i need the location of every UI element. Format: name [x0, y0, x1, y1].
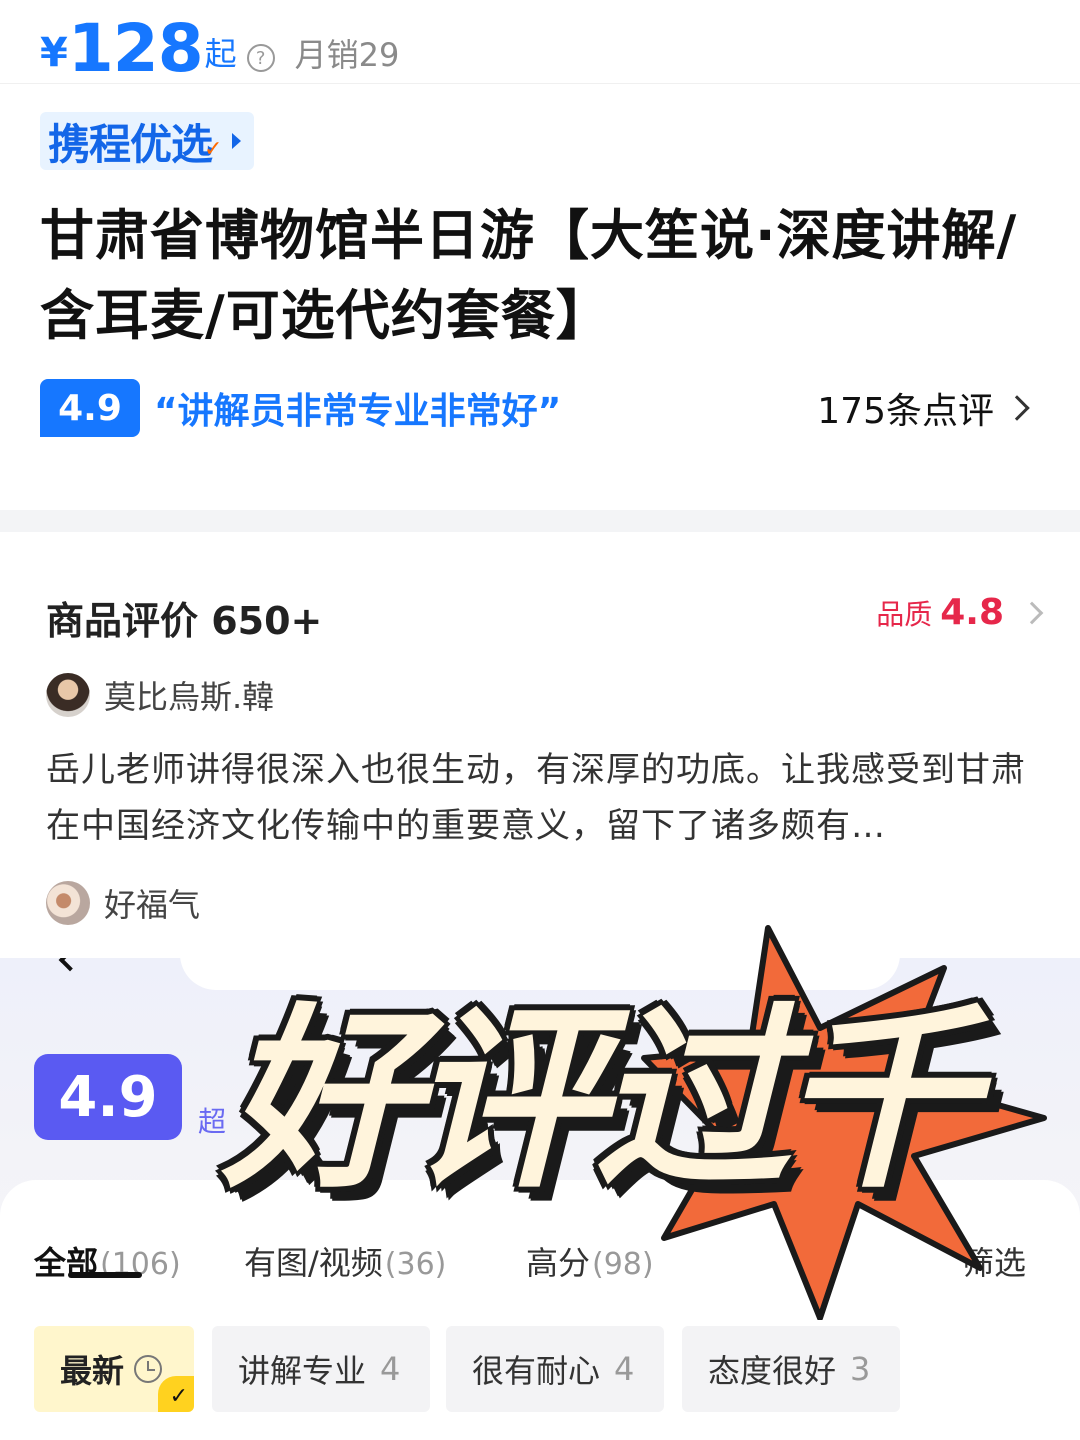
chevron-right-icon: [1020, 601, 1044, 624]
monthly-sales: 月销29: [294, 36, 400, 74]
play-arrow-icon: [232, 133, 242, 149]
divider: [0, 83, 1080, 84]
rating-row[interactable]: 4.9 “讲解员非常专业非常好” 175条点评: [40, 378, 1040, 438]
review-text[interactable]: 岳儿老师讲得很深入也很生动，有深厚的功底。让我感受到甘肃在中国经济文化传输中的重…: [46, 742, 1036, 854]
avatar: [46, 673, 90, 717]
chip-label: 很有耐心: [472, 1352, 601, 1390]
active-tab-indicator: [68, 1272, 142, 1278]
tab-count: (36): [384, 1247, 447, 1282]
avatar: [46, 881, 90, 925]
tab-photos-videos[interactable]: 有图/视频(36): [244, 1238, 446, 1284]
rating-score-chip: 4.9: [40, 379, 140, 437]
tab-high-score[interactable]: 高分(98): [526, 1238, 654, 1284]
price-suffix: 起: [204, 35, 237, 73]
chip-label: 最新: [60, 1352, 125, 1390]
brand-badge-label: 携程优选: [48, 119, 213, 169]
chip-count: 3: [850, 1350, 871, 1388]
chip-label: 态度很好: [708, 1352, 837, 1390]
quality-score-link[interactable]: 品质 4.8: [876, 592, 1044, 633]
help-icon[interactable]: ?: [246, 44, 275, 72]
chip-tag[interactable]: 态度很好 3: [682, 1326, 900, 1412]
tab-label: 高分: [526, 1244, 591, 1282]
rating-quote: “讲解员非常专业非常好”: [154, 391, 562, 432]
back-arrow-icon[interactable]: [58, 958, 82, 972]
review-count-link[interactable]: 175条点评: [817, 382, 994, 434]
chip-label: 讲解专业: [238, 1352, 367, 1390]
quality-label: 品质: [876, 597, 933, 631]
quality-score: 4.8: [940, 592, 1004, 633]
tab-label: 有图/视频: [244, 1244, 383, 1282]
chip-count: 4: [380, 1350, 401, 1388]
reviewer: 好福气: [46, 880, 200, 926]
product-title: 甘肃省博物馆半日游【大笙说·深度讲解/含耳麦/可选代约套餐】: [40, 204, 1018, 347]
brand-badge[interactable]: 携程优选 ✓: [40, 112, 254, 170]
overall-score-badge: 4.9: [34, 1054, 182, 1140]
reviewer-name: 好福气: [104, 886, 201, 924]
chip-count: 4: [614, 1350, 635, 1388]
overlay-headline: 好评过千: [222, 987, 976, 1215]
clock-icon: [134, 1355, 163, 1383]
reviewer-name: 莫比烏斯.韓: [104, 678, 275, 716]
check-icon: ✓: [158, 1376, 194, 1412]
chip-tag[interactable]: 很有耐心 4: [446, 1326, 664, 1412]
price-amount: 128: [67, 10, 204, 87]
section-divider: [0, 510, 1080, 532]
chevron-right-icon[interactable]: [1004, 395, 1030, 421]
check-mark-icon: ✓: [204, 136, 223, 162]
reviews-section-title[interactable]: 商品评价 650+: [46, 590, 322, 645]
reviewer: 莫比烏斯.韓: [46, 672, 274, 718]
price-row: ¥ 128 起 ? 月销29: [40, 14, 399, 84]
chip-tag[interactable]: 讲解专业 4: [212, 1326, 430, 1412]
price-currency: ¥: [40, 30, 68, 76]
chip-latest[interactable]: 最新 ✓: [34, 1326, 194, 1412]
